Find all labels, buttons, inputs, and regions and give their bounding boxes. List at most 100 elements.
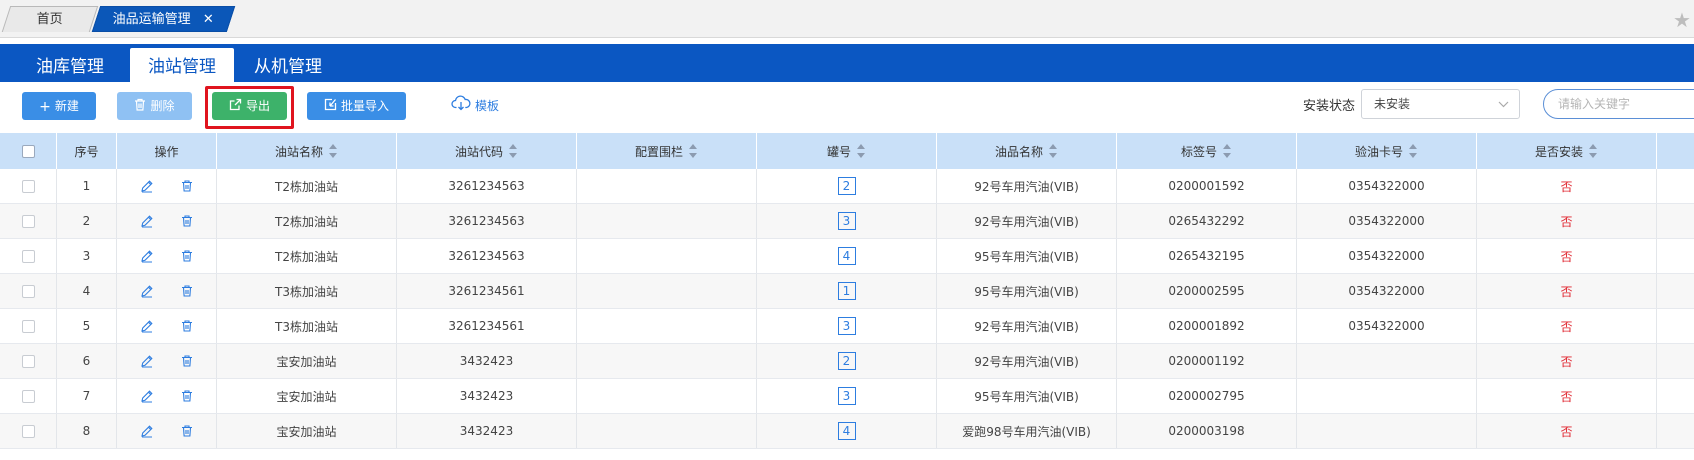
table-cell: T2栋加油站 <box>217 169 397 203</box>
sort-icon[interactable] <box>857 144 866 158</box>
table-cell: 92号车用汽油(VIB) <box>937 204 1117 238</box>
sort-icon[interactable] <box>689 144 698 158</box>
table-cell <box>0 309 57 343</box>
row-tank-badge[interactable]: 3 <box>837 317 856 335</box>
sort-icon[interactable] <box>1589 144 1598 158</box>
trash-icon[interactable] <box>180 284 194 298</box>
header-installed[interactable]: 是否安装 <box>1477 133 1657 169</box>
trash-icon[interactable] <box>180 319 194 333</box>
row-checkbox[interactable] <box>21 249 35 263</box>
select-all-cell <box>0 133 57 169</box>
table-cell <box>577 309 757 343</box>
chevron-down-icon <box>1498 90 1509 130</box>
table-cell: 3261234561 <box>397 274 577 308</box>
batch-import-button[interactable]: 批量导入 <box>307 92 406 120</box>
row-station-code: 3432423 <box>459 354 514 368</box>
select-all-checkbox[interactable] <box>21 144 35 158</box>
header-card[interactable]: 验油卡号 <box>1297 133 1477 169</box>
table-cell: 8 <box>57 414 117 448</box>
header-product[interactable]: 油品名称 <box>937 133 1117 169</box>
table-row[interactable]: 7 宝安加油站 3432423 3 95号车用汽油(VIB) 0200002795 否 <box>0 379 1694 414</box>
trash-icon[interactable] <box>180 424 194 438</box>
table-row[interactable]: 2 T2栋加油站 3261234563 3 92号车用汽油(VIB) 0265432292… <box>0 204 1694 239</box>
edit-icon[interactable] <box>140 179 154 193</box>
table-row[interactable]: 5 T3栋加油站 3261234561 3 92号车用汽油(VIB) 0200001892… <box>0 309 1694 344</box>
row-tank-badge[interactable]: 2 <box>837 352 856 370</box>
table-cell <box>0 344 57 378</box>
row-checkbox[interactable] <box>21 214 35 228</box>
table-cell <box>1657 239 1694 273</box>
row-checkbox[interactable] <box>21 424 35 438</box>
trash-icon[interactable] <box>180 354 194 368</box>
table-cell: 0265432195 <box>1117 239 1297 273</box>
row-installed: 否 <box>1560 249 1573 264</box>
row-checkbox[interactable] <box>21 284 35 298</box>
tab-oil-transport[interactable]: 油品运输管理 ✕ <box>91 6 236 32</box>
edit-icon[interactable] <box>140 249 154 263</box>
trash-icon[interactable] <box>180 249 194 263</box>
row-installed: 否 <box>1560 214 1573 229</box>
new-button[interactable]: + 新建 <box>22 92 96 120</box>
trash-icon[interactable] <box>180 389 194 403</box>
close-icon[interactable]: ✕ <box>203 12 214 27</box>
header-fence[interactable]: 配置围栏 <box>577 133 757 169</box>
tab-home[interactable]: 首页 <box>1 6 99 32</box>
edit-icon[interactable] <box>140 389 154 403</box>
row-tank-badge[interactable]: 4 <box>837 422 856 440</box>
sort-icon[interactable] <box>1049 144 1058 158</box>
install-status-select[interactable]: 未安装 <box>1361 89 1520 119</box>
header-station-code[interactable]: 油站代码 <box>397 133 577 169</box>
tab-home-label: 首页 <box>36 12 63 27</box>
table-cell: 0354322000 <box>1297 239 1477 273</box>
edit-icon[interactable] <box>140 214 154 228</box>
edit-icon[interactable] <box>140 284 154 298</box>
module-tab-slave[interactable]: 从机管理 <box>240 44 336 82</box>
table-row[interactable]: 6 宝安加油站 3432423 2 92号车用汽油(VIB) 0200001192 否 <box>0 344 1694 379</box>
row-checkbox[interactable] <box>21 179 35 193</box>
delete-button[interactable]: 删除 <box>117 92 192 120</box>
row-tank-badge[interactable]: 3 <box>837 387 856 405</box>
table-cell: 95号车用汽油(VIB) <box>937 379 1117 413</box>
sort-icon[interactable] <box>1409 144 1418 158</box>
header-station-name[interactable]: 油站名称 <box>217 133 397 169</box>
table-row[interactable]: 1 T2栋加油站 3261234563 2 92号车用汽油(VIB) 0200001592… <box>0 169 1694 204</box>
trash-icon[interactable] <box>180 214 194 228</box>
row-seq: 6 <box>82 354 91 368</box>
row-tag: 0200003198 <box>1168 424 1245 438</box>
row-tank-badge[interactable]: 3 <box>837 212 856 230</box>
module-tab-depot[interactable]: 油库管理 <box>22 44 118 82</box>
star-icon[interactable]: ★ <box>1670 8 1694 32</box>
table-cell <box>577 169 757 203</box>
sort-icon[interactable] <box>329 144 338 158</box>
table-row[interactable]: 8 宝安加油站 3432423 4 爱跑98号车用汽油(VIB) 0200003198 否 <box>0 414 1694 449</box>
table-cell: 3261234563 <box>397 169 577 203</box>
module-tab-station[interactable]: 油站管理 <box>130 48 234 82</box>
row-tank-badge[interactable]: 1 <box>837 282 856 300</box>
template-button[interactable]: 模板 <box>440 92 510 120</box>
table-cell: 3 <box>57 239 117 273</box>
search-input[interactable] <box>1543 89 1694 119</box>
header-tank[interactable]: 罐号 <box>757 133 937 169</box>
install-status-label: 安装状态 <box>1303 99 1356 114</box>
row-tank-badge[interactable]: 2 <box>837 177 856 195</box>
row-tank-badge[interactable]: 4 <box>837 247 856 265</box>
table-cell: T2栋加油站 <box>217 204 397 238</box>
row-checkbox[interactable] <box>21 319 35 333</box>
row-checkbox[interactable] <box>21 354 35 368</box>
header-tag[interactable]: 标签号 <box>1117 133 1297 169</box>
sort-icon[interactable] <box>1223 144 1232 158</box>
table-cell: T2栋加油站 <box>217 239 397 273</box>
table-row[interactable]: 4 T3栋加油站 3261234561 1 95号车用汽油(VIB) 0200002595… <box>0 274 1694 309</box>
table-cell: 7 <box>57 379 117 413</box>
edit-icon[interactable] <box>140 319 154 333</box>
table-cell: 否 <box>1477 309 1657 343</box>
sort-icon[interactable] <box>509 144 518 158</box>
edit-icon[interactable] <box>140 424 154 438</box>
table-row[interactable]: 3 T2栋加油站 3261234563 4 95号车用汽油(VIB) 0265432195… <box>0 239 1694 274</box>
row-seq: 2 <box>82 214 91 228</box>
edit-icon[interactable] <box>140 354 154 368</box>
trash-icon[interactable] <box>180 179 194 193</box>
table-cell: 0200001192 <box>1117 344 1297 378</box>
row-checkbox[interactable] <box>21 389 35 403</box>
table-cell <box>117 309 217 343</box>
